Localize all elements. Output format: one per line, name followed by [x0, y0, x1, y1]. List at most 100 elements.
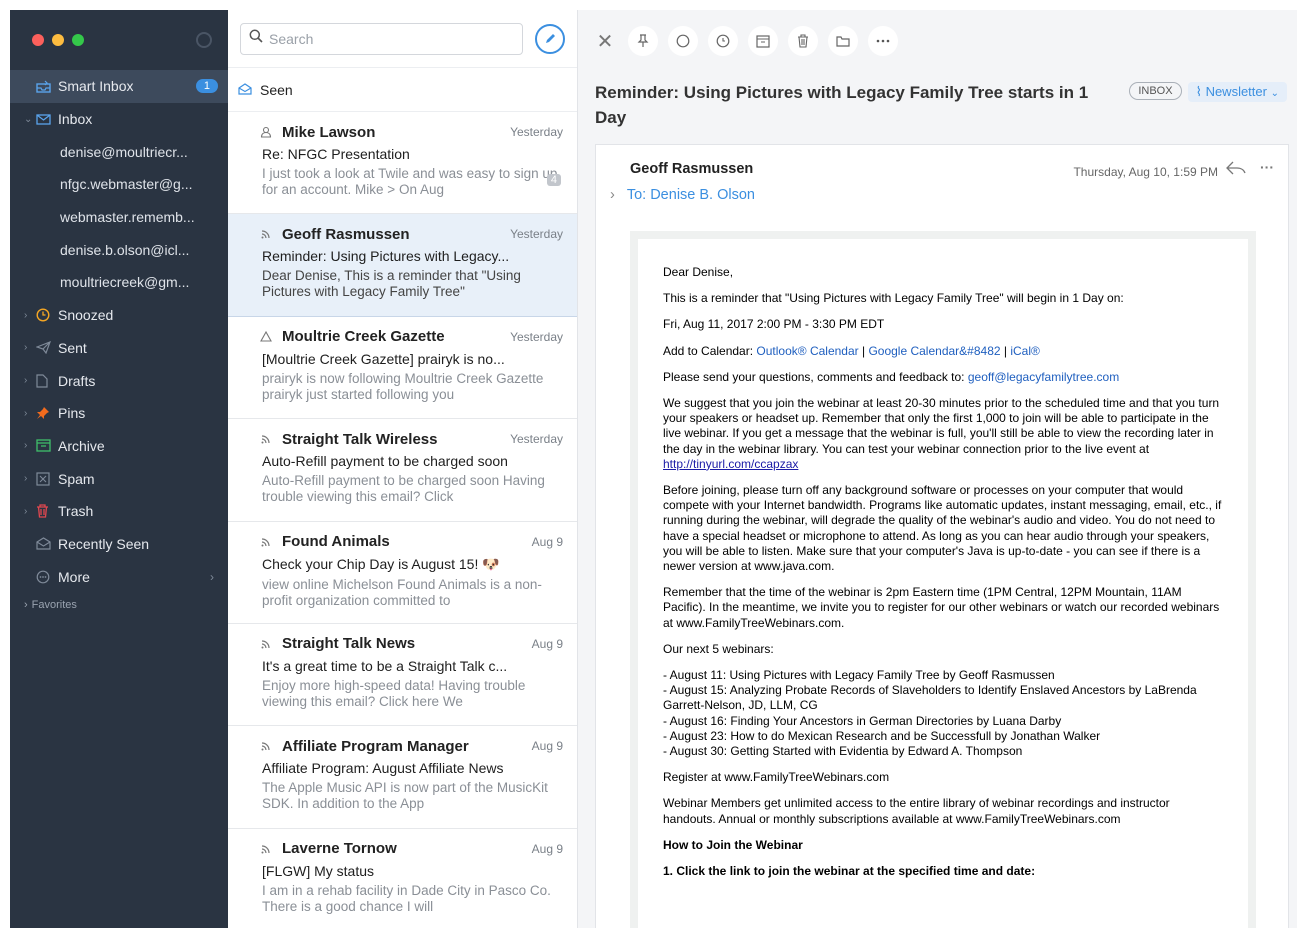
chevron-right-icon[interactable]: › [24, 342, 36, 353]
newsletter-icon [260, 740, 274, 752]
sidebar-item-account[interactable]: moultriecreek@gm... [10, 266, 228, 299]
chevron-right-icon[interactable]: › [24, 408, 36, 419]
message-preview: I am in a rehab facility in Dade City in… [262, 882, 551, 914]
message-item[interactable]: Found Animals Aug 9 Check your Chip Day is… [228, 522, 577, 624]
document-icon [36, 373, 58, 388]
recipient[interactable]: To: Denise B. Olson [627, 187, 755, 203]
body-paragraph: Register at www.FamilyTreeWebinars.com [663, 770, 890, 785]
more-actions-button[interactable] [868, 26, 898, 56]
folder-icon [836, 36, 850, 47]
webinar-item: - August 16: Finding Your Ancestors in G… [663, 713, 1062, 728]
section-heading: How to Join the Webinar [663, 837, 803, 852]
zoom-window-button[interactable] [72, 34, 84, 46]
chevron-down-icon[interactable]: ⌄ [24, 114, 36, 125]
sidebar-item-archive[interactable]: › Archive [10, 430, 228, 463]
message-item[interactable]: Affiliate Program Manager Aug 9 Affiliate … [228, 726, 577, 829]
message-item[interactable]: Mike Lawson Yesterday Re: NFGC Presentatio… [228, 112, 577, 215]
close-icon[interactable]: ✕ [592, 29, 618, 54]
chevron-right-icon[interactable]: › [24, 473, 36, 484]
sidebar-item-sent[interactable]: › Sent [10, 332, 228, 365]
sidebar-item-account[interactable]: denise@moultriecr... [10, 135, 228, 168]
sidebar-item-account[interactable]: webmaster.rememb... [10, 201, 228, 234]
close-window-button[interactable] [32, 34, 44, 46]
account-label: denise.b.olson@icl... [60, 241, 190, 258]
message-item[interactable]: Laverne Tornow Aug 9 [FLGW] My status I am … [228, 829, 577, 928]
sidebar-item-inbox[interactable]: ⌄ Inbox [10, 103, 228, 136]
tag-list: INBOX ⌇ Newsletter ⌄ [1129, 80, 1287, 130]
chevron-right-icon[interactable]: › [24, 440, 36, 451]
message-item[interactable]: Straight Talk News Aug 9 It's a great time… [228, 624, 577, 727]
sidebar-item-trash[interactable]: › Trash [10, 495, 228, 528]
message-item[interactable]: Geoff Rasmussen Yesterday Reminder: Using … [228, 214, 577, 317]
message-sender-wrap: Straight Talk Wireless [261, 431, 437, 448]
sidebar-item-drafts[interactable]: › Drafts [10, 364, 228, 397]
sidebar-item-label: Drafts [58, 372, 96, 389]
inbox-tag[interactable]: INBOX [1129, 82, 1182, 100]
sender-name[interactable]: Geoff Rasmussen [630, 161, 753, 177]
chevron-right-icon[interactable]: › [24, 506, 36, 517]
newsletter-icon [260, 638, 274, 650]
feedback-line: Please send your questions, comments and… [663, 370, 1222, 385]
archive-icon [36, 439, 58, 453]
message-sender-wrap: Straight Talk News [260, 635, 416, 653]
sidebar-item-recently-seen[interactable]: Recently Seen [10, 528, 228, 561]
move-to-folder-button[interactable] [828, 26, 858, 56]
email-body-frame: Dear Denise, This is a reminder that "Us… [630, 231, 1256, 928]
search-input[interactable] [269, 30, 514, 47]
compose-button[interactable] [535, 23, 565, 54]
test-connection-link[interactable]: http://tinyurl.com/ccapzax [663, 457, 798, 471]
message-sender-wrap: Laverne Tornow [261, 840, 397, 857]
message-sender-wrap: Geoff Rasmussen [261, 226, 410, 243]
archive-button[interactable] [748, 26, 778, 56]
message-date: Aug 9 [531, 534, 563, 549]
outlook-link[interactable]: Outlook® Calendar [756, 344, 858, 358]
ellipsis-icon[interactable]: ··· [1260, 159, 1274, 175]
sidebar-item-label: More [58, 568, 90, 585]
sidebar-item-account[interactable]: nfgc.webmaster@g... [10, 168, 228, 201]
message-header: Moultrie Creek Gazette Yesterday [260, 327, 563, 347]
more-circle-icon [36, 570, 58, 584]
ical-link[interactable]: iCal® [1010, 344, 1040, 358]
sidebar-item-spam[interactable]: › Spam [10, 462, 228, 495]
reply-icon[interactable] [1226, 161, 1246, 180]
email-link[interactable]: geoff@legacyfamilytree.com [968, 370, 1119, 384]
google-calendar-link[interactable]: Google Calendar&#8482 [868, 344, 1000, 358]
favorites-section[interactable]: › Favorites [10, 593, 228, 617]
sidebar-item-smart-inbox[interactable]: Smart Inbox 1 [10, 70, 228, 103]
chevron-right-icon[interactable]: › [24, 375, 36, 386]
account-label: nfgc.webmaster@g... [60, 176, 193, 193]
link-separator: | [1000, 343, 1011, 358]
snooze-button[interactable] [708, 26, 738, 56]
message-sender: Straight Talk News [282, 635, 416, 653]
pin-icon [36, 406, 58, 420]
unread-count-badge: 1 [195, 79, 218, 94]
webinar-item: - August 11: Using Pictures with Legacy … [663, 668, 1055, 683]
recipients-row[interactable]: › To: Denise B. Olson [610, 187, 755, 203]
sidebar-item-pins[interactable]: › Pins [10, 397, 228, 430]
sidebar-item-more[interactable]: More › [10, 560, 228, 593]
pin-button[interactable] [628, 26, 658, 56]
message-header: Affiliate Program Manager Aug 9 [260, 736, 563, 756]
email-card: Geoff Rasmussen › To: Denise B. Olson Th… [595, 144, 1289, 928]
spam-icon [36, 471, 58, 486]
message-list: Seen Mike Lawson Yesterday Re: NFGC Presen… [228, 10, 578, 928]
message-item[interactable]: Straight Talk Wireless Yesterday Auto-Refi… [228, 419, 577, 522]
sidebar-item-account[interactable]: denise.b.olson@icl... [10, 233, 228, 266]
message-subject: It's a great time to be a Straight Talk … [262, 657, 508, 674]
chevron-right-icon[interactable]: › [24, 310, 36, 321]
sidebar-item-label: Sent [58, 339, 87, 356]
webinar-item: - August 23: How to do Mexican Research … [663, 728, 1101, 743]
search-box[interactable] [240, 22, 523, 55]
minimize-window-button[interactable] [52, 34, 64, 46]
message-sender: Moultrie Creek Gazette [282, 328, 445, 346]
body-paragraph: We suggest that you join the webinar at … [663, 396, 1222, 472]
delete-button[interactable] [788, 26, 818, 56]
message-item[interactable]: Moultrie Creek Gazette Yesterday [Moultrie… [228, 317, 577, 420]
chevron-right-icon[interactable]: › [610, 187, 615, 203]
sidebar-item-snoozed[interactable]: › Snoozed [10, 299, 228, 332]
sync-icon[interactable] [196, 32, 212, 48]
newsletter-tag[interactable]: ⌇ Newsletter ⌄ [1187, 82, 1287, 102]
newsletter-icon [260, 536, 274, 548]
mark-done-button[interactable] [668, 26, 698, 56]
message-sender-wrap: Mike Lawson [260, 124, 375, 141]
